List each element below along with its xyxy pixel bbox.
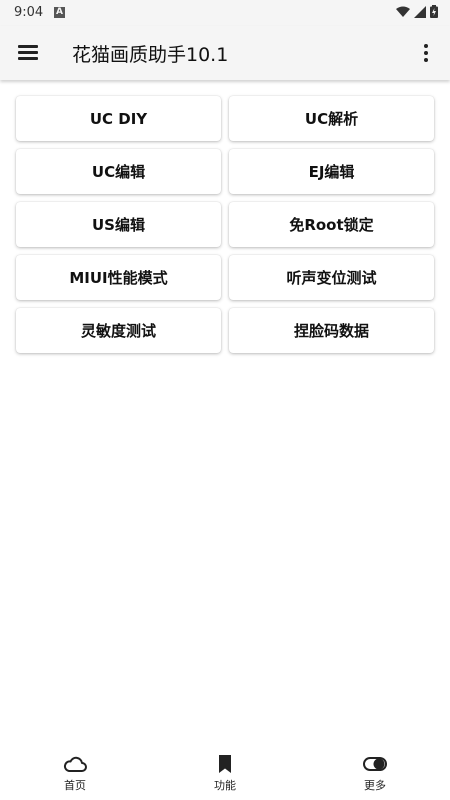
signal-icon [414, 5, 426, 18]
bookmark-icon [219, 755, 231, 773]
uc-diy-button[interactable]: UC DIY [16, 96, 221, 141]
uc-edit-button[interactable]: UC编辑 [16, 149, 221, 194]
nav-label-functions: 功能 [214, 779, 236, 792]
status-icons [396, 5, 438, 18]
root-free-lock-button[interactable]: 免Root锁定 [229, 202, 434, 247]
face-code-data-button[interactable]: 捏脸码数据 [229, 308, 434, 353]
wifi-icon [396, 6, 410, 17]
sensitivity-test-button[interactable]: 灵敏度测试 [16, 308, 221, 353]
miui-performance-button[interactable]: MIUI性能模式 [16, 255, 221, 300]
nav-item-functions[interactable]: 功能 [150, 748, 300, 800]
bottom-nav: 首页 功能 更多 [0, 748, 450, 800]
notification-icon: A [54, 7, 65, 18]
nav-item-home[interactable]: 首页 [0, 748, 150, 800]
app-title: 花猫画质助手10.1 [72, 44, 229, 66]
battery-icon [430, 5, 438, 18]
app-bar: 花猫画质助手10.1 [0, 26, 450, 80]
more-options-icon[interactable] [416, 40, 436, 66]
us-edit-button[interactable]: US编辑 [16, 202, 221, 247]
menu-icon[interactable] [16, 40, 42, 66]
status-time: 9:04 [14, 5, 44, 20]
nav-label-home: 首页 [64, 779, 86, 792]
toggle-icon [363, 757, 387, 771]
cloud-icon [63, 756, 87, 772]
nav-item-more[interactable]: 更多 [300, 748, 450, 800]
ej-edit-button[interactable]: EJ编辑 [229, 149, 434, 194]
feature-grid: UC DIY UC解析 UC编辑 EJ编辑 US编辑 免Root锁定 MIUI性… [16, 96, 434, 353]
uc-parse-button[interactable]: UC解析 [229, 96, 434, 141]
sound-position-test-button[interactable]: 听声变位测试 [229, 255, 434, 300]
status-bar: 9:04 A [0, 0, 450, 26]
nav-label-more: 更多 [364, 779, 386, 792]
